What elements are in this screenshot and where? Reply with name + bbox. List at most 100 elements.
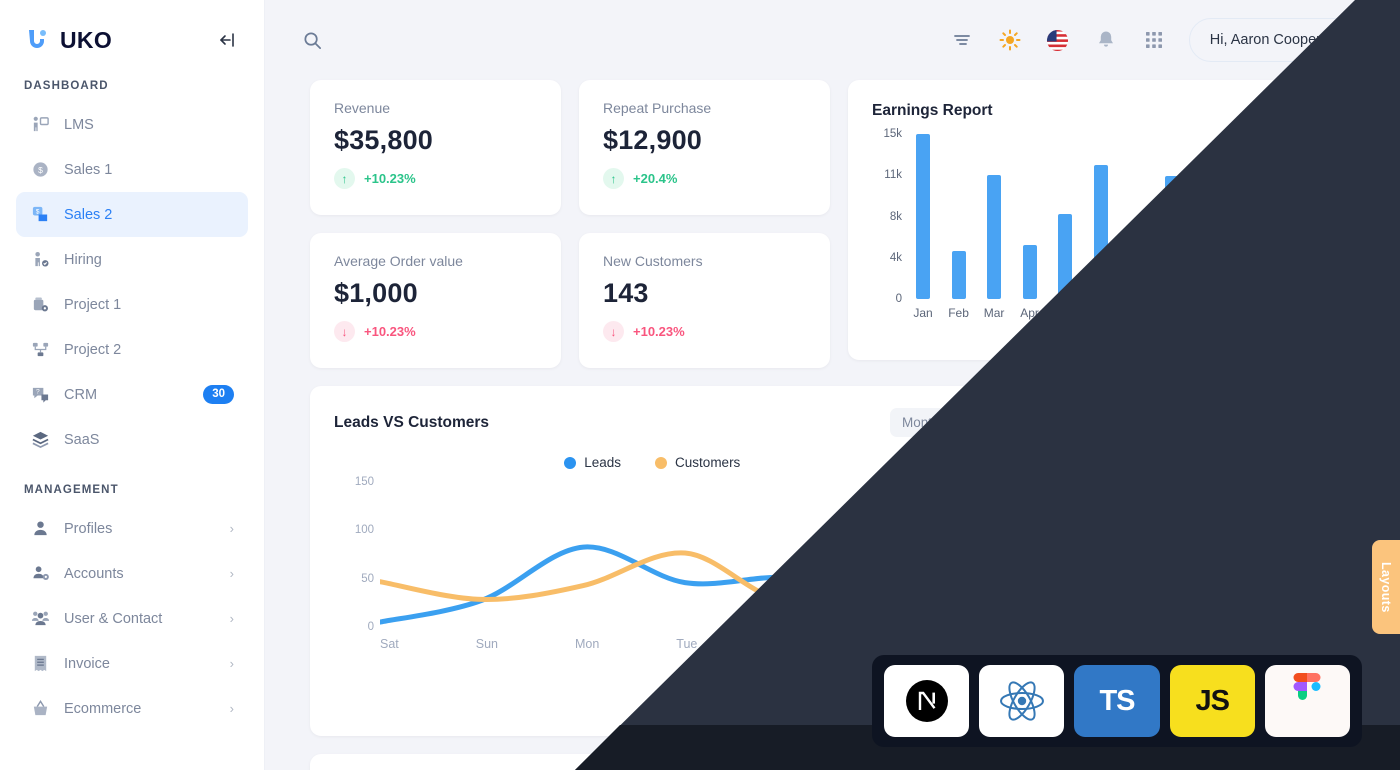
sidebar-item-label: Accounts	[64, 565, 124, 582]
leads-y-axis: 0 50 100 150	[342, 476, 374, 633]
sidebar-item-invoice[interactable]: Invoice ›	[16, 641, 248, 686]
stat-card-repeat-purchase[interactable]: Repeat Purchase $12,900 ↑ +20.4%	[579, 80, 830, 215]
sidebar-item-ecommerce[interactable]: Ecommerce ›	[16, 686, 248, 731]
earnings-y-tick: 8k	[889, 210, 902, 223]
chevron-right-icon: ›	[229, 701, 234, 716]
top-row: Revenue $35,800 ↑ +10.23% Repeat Purchas…	[310, 80, 1355, 368]
stat-title: Average Order value	[334, 253, 463, 269]
arrow-down-icon: ↓	[603, 321, 624, 342]
sidebar-item-label: Project 1	[64, 296, 122, 313]
header-actions: Hi, Aaron Cooper	[945, 18, 1370, 62]
layouts-tab-label: Layouts	[1379, 561, 1393, 613]
sales-dollar-icon: $	[30, 160, 50, 180]
earnings-bar-column[interactable]	[1121, 134, 1151, 299]
earnings-bar[interactable]	[1271, 240, 1286, 299]
earnings-bar[interactable]	[1164, 176, 1179, 299]
earnings-x-tick: Apr	[1020, 306, 1039, 320]
nextjs-logo[interactable]	[884, 665, 970, 737]
layouts-tab[interactable]: Layouts	[1372, 540, 1400, 634]
leads-x-tick: Mon	[574, 637, 600, 651]
sun-theme-icon[interactable]	[993, 23, 1027, 57]
filter-lines-icon[interactable]	[945, 23, 979, 57]
sidebar-nav-dashboard: LMS $ Sales 1 $ Sales 2 Hiring Project 1…	[0, 102, 264, 462]
earnings-bar[interactable]	[1022, 245, 1037, 299]
user-menu-chip[interactable]: Hi, Aaron Cooper	[1188, 18, 1370, 62]
search-icon[interactable]	[295, 23, 329, 57]
sidebar-item-accounts[interactable]: Accounts ›	[16, 551, 248, 596]
collapse-sidebar-icon[interactable]	[214, 27, 240, 53]
sidebar-item-label: Sales 2	[64, 206, 113, 223]
earnings-bar[interactable]	[1093, 165, 1108, 299]
stat-delta-text: +10.23%	[364, 171, 416, 186]
bell-notification-icon[interactable]	[1089, 23, 1123, 57]
earnings-bar-column[interactable]	[944, 134, 974, 299]
sidebar-item-user-contact[interactable]: User & Contact ›	[16, 596, 248, 641]
typescript-logo[interactable]: TS	[1074, 665, 1160, 737]
react-logo[interactable]	[979, 665, 1065, 737]
earnings-period-dropdown[interactable]: Month	[1270, 103, 1331, 119]
earnings-bar-column[interactable]	[979, 134, 1009, 299]
project-tree-icon	[30, 340, 50, 360]
javascript-logo[interactable]: JS	[1169, 665, 1255, 737]
brand[interactable]: UKO	[24, 27, 112, 54]
sidebar-item-profiles[interactable]: Profiles ›	[16, 506, 248, 551]
hiring-person-check-icon	[30, 250, 50, 270]
earnings-bar[interactable]	[987, 175, 1002, 299]
bottom-partial-card[interactable]	[310, 754, 1355, 770]
sidebar-item-label: Ecommerce	[64, 700, 142, 717]
earnings-x-tick: Mar	[983, 306, 1005, 320]
earnings-bar-column[interactable]	[908, 134, 938, 299]
leads-y-tick: 150	[354, 476, 374, 488]
donut-center-label: Avg Range	[1146, 535, 1221, 553]
earnings-bar-column[interactable]	[1192, 134, 1222, 299]
ecommerce-basket-icon	[30, 699, 50, 719]
earnings-bar-column[interactable]	[1157, 134, 1187, 299]
earnings-bar-column[interactable]	[1050, 134, 1080, 299]
earnings-bar-column[interactable]	[1228, 134, 1258, 299]
stat-card-new-customers[interactable]: New Customers 143 ↓ +10.23%	[579, 233, 830, 368]
earnings-bar[interactable]	[916, 134, 930, 299]
user-avatar[interactable]	[1331, 24, 1364, 57]
earnings-x-tick: Nov	[1267, 306, 1289, 320]
stat-card-revenue[interactable]: Revenue $35,800 ↑ +10.23%	[310, 80, 561, 215]
earnings-bar[interactable]	[1058, 214, 1073, 299]
sidebar-item-project-1[interactable]: Project 1	[16, 282, 248, 327]
earnings-bar-column[interactable]	[1086, 134, 1116, 299]
sidebar-item-crm[interactable]: ? CRM 30	[16, 372, 248, 417]
earnings-y-tick: 15k	[883, 128, 902, 140]
earnings-bar[interactable]	[1235, 190, 1250, 299]
legend-item-customers: Customers	[655, 455, 740, 470]
sidebar-item-saas[interactable]: SaaS	[16, 417, 248, 462]
leads-plot	[380, 512, 990, 625]
earnings-bar[interactable]	[1200, 214, 1215, 299]
earnings-bar[interactable]	[1306, 134, 1321, 299]
earnings-bar[interactable]	[951, 251, 966, 299]
sidebar-item-hiring[interactable]: Hiring	[16, 237, 248, 282]
earnings-bars	[908, 134, 1329, 299]
earnings-bar-column[interactable]	[1263, 134, 1293, 299]
earnings-bar-column[interactable]	[1015, 134, 1045, 299]
apps-grid-icon[interactable]	[1137, 23, 1171, 57]
earnings-bar[interactable]	[1129, 266, 1144, 299]
leads-period-dropdown[interactable]: Month	[890, 408, 971, 437]
sidebar-item-lms[interactable]: LMS	[16, 102, 248, 147]
chevron-right-icon: ›	[229, 521, 234, 536]
earnings-report-card: Earnings Report Month 0 4k 8k 11k 15k Jan Feb…	[848, 80, 1355, 360]
stat-delta: ↓ +10.23%	[603, 321, 806, 342]
leads-series-line	[380, 512, 990, 603]
sidebar-item-sales-2[interactable]: $ Sales 2	[16, 192, 248, 237]
sidebar-item-sales-1[interactable]: $ Sales 1	[16, 147, 248, 192]
sidebar-item-project-2[interactable]: Project 2	[16, 327, 248, 372]
earnings-period-label: Month	[1270, 103, 1309, 119]
stat-card-average-order-value[interactable]: Average Order value $1,000 ↓ +10.23%	[310, 233, 561, 368]
earnings-x-tick: Feb	[948, 306, 969, 320]
sidebar-item-label: Project 2	[64, 341, 122, 358]
usa-flag-icon[interactable]	[1041, 23, 1075, 57]
leads-title: Leads VS Customers	[334, 413, 490, 431]
crm-chat-icon: ?	[30, 385, 50, 405]
sidebar-item-label: Invoice	[64, 655, 110, 672]
figma-logo[interactable]	[1264, 665, 1351, 737]
earnings-bar-column[interactable]	[1299, 134, 1329, 299]
donut-center-text: Avg Range 140	[1059, 438, 1309, 688]
leads-y-tick: 0	[367, 621, 374, 633]
